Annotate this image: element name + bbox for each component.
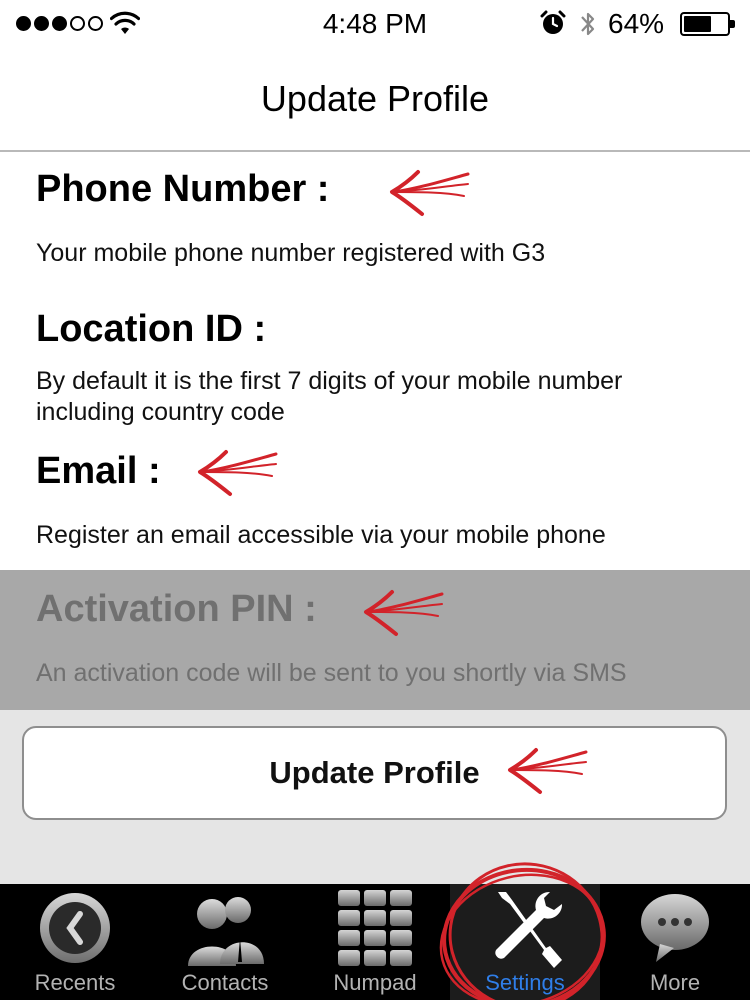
navigation-bar: Update Profile [0, 48, 750, 152]
status-bar: 4:48 PM 64% [0, 0, 750, 48]
location-id-label: Location ID : [36, 308, 267, 350]
red-arrow-annotation [390, 170, 470, 216]
tab-more[interactable]: More [600, 884, 750, 1000]
email-label: Email : [36, 450, 161, 492]
tab-label: Contacts [181, 970, 269, 995]
phone-number-label: Phone Number : [36, 168, 330, 210]
tab-contacts[interactable]: Contacts [150, 884, 300, 1000]
activation-pin-label: Activation PIN : [36, 588, 317, 630]
page-title: Update Profile [260, 78, 490, 119]
settings-tools-icon [495, 891, 563, 968]
profile-content: Phone Number : Your mobile phone number … [0, 154, 750, 884]
alarm-icon [540, 10, 566, 34]
button-area: Update Profile [0, 710, 750, 884]
battery-icon [680, 12, 735, 36]
tab-numpad[interactable]: Numpad [300, 884, 450, 1000]
battery-percent: 64% [608, 8, 665, 39]
tab-label: Numpad [333, 970, 417, 995]
phone-number-description: Your mobile phone number registered with… [36, 239, 546, 267]
tab-recents[interactable]: Recents [0, 884, 150, 1000]
tab-label: Recents [34, 970, 116, 995]
location-id-description: By default it is the first 7 digits of y… [36, 367, 623, 426]
activation-pin-section: Activation PIN : An activation code will… [0, 570, 750, 710]
update-profile-button[interactable]: Update Profile [22, 726, 727, 820]
clock-icon [40, 893, 110, 963]
red-arrow-annotation [198, 450, 278, 496]
email-description: Register an email accessible via your mo… [36, 521, 606, 549]
more-chat-icon [641, 894, 709, 962]
tab-label: More [649, 970, 701, 995]
bluetooth-icon [581, 12, 595, 36]
tab-settings[interactable]: Settings [450, 884, 600, 1000]
activation-pin-description: An activation code will be sent to you s… [36, 659, 627, 687]
contacts-icon [188, 897, 264, 966]
tab-label: Settings [485, 970, 565, 995]
red-arrow-annotation [508, 748, 588, 794]
tab-bar: Recents Contacts Numpad Settings More [0, 884, 750, 1000]
numpad-icon [338, 890, 412, 966]
red-arrow-annotation [364, 590, 444, 636]
